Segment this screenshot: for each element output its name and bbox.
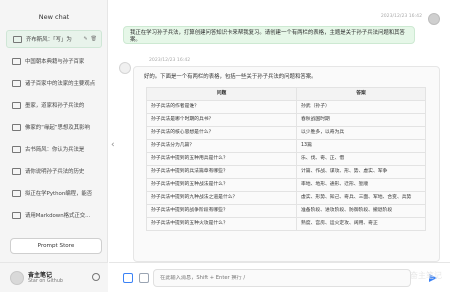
chat-icon (11, 122, 21, 132)
table-row: 孙子兵法中提到的兵法篇章有哪些？ 计篇、作战、谋攻、形、势、虚实、军争 (146, 165, 426, 179)
sidebar-item-7[interactable]: 拟正在学Python编程，能否 (6, 184, 102, 202)
sidebar-item-6[interactable]: 请你说明孙子兵法的历史 (6, 162, 102, 180)
table-cell-answer: 计篇、作战、谋攻、形、势、虚实、军争 (296, 165, 426, 179)
chat-icon (11, 210, 21, 220)
table-cell-question: 孙子兵法中提到的五种战法是什么？ (146, 178, 297, 192)
sidebar-item-0[interactable]: 齐布斯风：「写」为 ✎ 🗑 (6, 30, 102, 48)
table-header-row: 问题 答案 (146, 87, 426, 101)
mic-icon[interactable] (123, 273, 133, 283)
sidebar-item-title: 拟正在学Python编程，能否 (25, 191, 93, 197)
sidebar-item-actions: ✎ 🗑 (83, 36, 97, 42)
sidebar: New chat 齐布斯风：「写」为 ✎ 🗑 中国朝本典籍与孙子百家 诸子百家中… (0, 0, 108, 292)
table-cell-question: 孙子兵法是哪个时期的兵书？ (146, 113, 297, 127)
message-input-field[interactable] (160, 275, 410, 281)
tool-icon[interactable] (139, 273, 149, 283)
settings-icon[interactable] (92, 273, 100, 281)
sidebar-item-title: 中国朝本典籍与孙子百家 (25, 59, 85, 65)
sidebar-item-title: 古书简风：你认为兵法是 (25, 147, 85, 153)
chat-icon (12, 34, 22, 44)
sidebar-item-4[interactable]: 佛家的“缘起”思想及其影响 (6, 118, 102, 136)
table-cell-question: 孙子兵法的作者是谁？ (146, 100, 297, 114)
assistant-message-timestamp: 2023/12/23 16:42 (149, 58, 191, 63)
sidebar-item-title: 齐布斯风：「写」为 (26, 37, 72, 43)
avatar[interactable] (10, 271, 24, 285)
user-subtitle: Star on Github (28, 279, 63, 284)
chat-icon (11, 166, 21, 176)
sidebar-item-title: 佛家的“缘起”思想及其影响 (25, 125, 90, 131)
table-cell-answer: 13篇 (296, 139, 426, 153)
table-row: 孙子兵法中提到的五种用兵是什么？ 乐、伐、奇、正、借 (146, 152, 426, 166)
assistant-message: 好的。下面是一个有两栏的表格，包括一些关于孙子兵法的问题和答案。 问题 答案 孙… (133, 66, 440, 262)
table-header-answer: 答案 (296, 87, 426, 101)
sidebar-item-title: 墨家，道家和孙子兵法的 (25, 103, 85, 109)
table-cell-question: 孙子兵法分为几篇？ (146, 139, 297, 153)
main: ‹ 2023/12/23 16:42 我正在学习孙子兵法，打算创建问答知识卡来帮… (109, 0, 450, 292)
chat-icon (11, 78, 21, 88)
sidebar-bottom: 奋主笔记 Star on Github (0, 262, 108, 292)
table-cell-question: 孙子兵法中提到的五种用兵是什么？ (146, 152, 297, 166)
user-message: 我正在学习孙子兵法，打算创建问答知识卡来帮我复习。请创建一个有两栏的表格，主题是… (123, 26, 415, 44)
app: New chat 齐布斯风：「写」为 ✎ 🗑 中国朝本典籍与孙子百家 诸子百家中… (0, 0, 450, 292)
table-row: 孙子兵法的作者是谁？ 孙武（孙子） (146, 100, 426, 114)
edit-icon[interactable]: ✎ (83, 36, 87, 42)
new-chat-button[interactable]: New chat (4, 8, 104, 26)
table-cell-question: 孙子兵法中提到的五种火攻是什么？ (146, 217, 297, 231)
table-row: 孙子兵法是哪个时期的兵书？ 春秋战国时期 (146, 113, 426, 127)
sidebar-item-3[interactable]: 墨家，道家和孙子兵法的 (6, 96, 102, 114)
chat-icon (11, 100, 21, 110)
watermark-text: 奋主笔记 (410, 271, 442, 280)
user-name: 奋主笔记 (28, 272, 53, 279)
chat-icon (11, 56, 21, 66)
collapse-sidebar-icon[interactable]: ‹ (111, 140, 115, 150)
input-area (109, 262, 450, 292)
sidebar-item-5[interactable]: 古书简风：你认为兵法是 (6, 140, 102, 158)
sidebar-item-2[interactable]: 诸子百家中的法家的主要观点 (6, 74, 102, 92)
table-row: 孙子兵法分为几篇？ 13篇 (146, 139, 426, 153)
sidebar-item-title: 诸子百家中的法家的主要观点 (25, 81, 96, 87)
prompt-store-button[interactable]: Prompt Store (10, 238, 102, 254)
table-cell-question: 孙子兵法中提到的兵法篇章有哪些？ (146, 165, 297, 179)
user-message-timestamp: 2023/12/23 16:42 (380, 14, 422, 19)
table-cell-answer: 率地、地形、通形、迁形、堑顺 (296, 178, 426, 192)
table-cell-answer: 孙武（孙子） (296, 100, 426, 114)
chat-icon (11, 188, 21, 198)
table-cell-question: 孙子兵法中提到的九种战法之道是什么？ (146, 191, 297, 205)
sidebar-item-title: 请用Markdown格式正交... (25, 213, 91, 219)
table-cell-question: 孙子兵法中提到的战争阶段有哪些？ (146, 204, 297, 218)
table-row: 孙子兵法的核心思想是什么？ 以少胜多，以奇为兵 (146, 126, 426, 140)
table-header-question: 问题 (146, 87, 297, 101)
table-cell-answer: 春秋战国时期 (296, 113, 426, 127)
chat-icon (11, 144, 21, 154)
assistant-avatar (119, 62, 131, 74)
table-row: 孙子兵法中提到的九种战法之道是什么？ 虚实、形势、知己、奇兵、三面、军地、合变、… (146, 191, 426, 205)
assistant-intro-text: 好的。下面是一个有两栏的表格，包括一些关于孙子兵法的问题和答案。 (144, 74, 317, 80)
user-message-avatar (428, 13, 440, 25)
qa-table: 问题 答案 孙子兵法的作者是谁？ 孙武（孙子） 孙子兵法是哪个时期的兵书？ 春秋… (146, 87, 426, 231)
table-row: 孙子兵法中提到的战争阶段有哪些？ 准备阶段、进攻阶段、防御阶段、撤退阶段 (146, 204, 426, 218)
table-cell-answer: 以少胜多，以奇为兵 (296, 126, 426, 140)
table-cell-answer: 虚实、形势、知己、奇兵、三面、军地、合变、兵势 (296, 191, 426, 205)
table-cell-answer: 乐、伐、奇、正、借 (296, 152, 426, 166)
sidebar-item-8[interactable]: 请用Markdown格式正交... (6, 206, 102, 224)
sidebar-item-title: 请你说明孙子兵法的历史 (25, 169, 85, 175)
delete-icon[interactable]: 🗑 (91, 36, 97, 42)
table-row: 孙子兵法中提到的五种火攻是什么？ 熟度、宫房、运火定攻、阔用、奇正 (146, 217, 426, 231)
message-input[interactable] (153, 269, 411, 287)
sidebar-item-1[interactable]: 中国朝本典籍与孙子百家 (6, 52, 102, 70)
table-cell-question: 孙子兵法的核心思想是什么？ (146, 126, 297, 140)
table-row: 孙子兵法中提到的五种战法是什么？ 率地、地形、通形、迁形、堑顺 (146, 178, 426, 192)
table-cell-answer: 准备阶段、进攻阶段、防御阶段、撤退阶段 (296, 204, 426, 218)
table-cell-answer: 熟度、宫房、运火定攻、阔用、奇正 (296, 217, 426, 231)
